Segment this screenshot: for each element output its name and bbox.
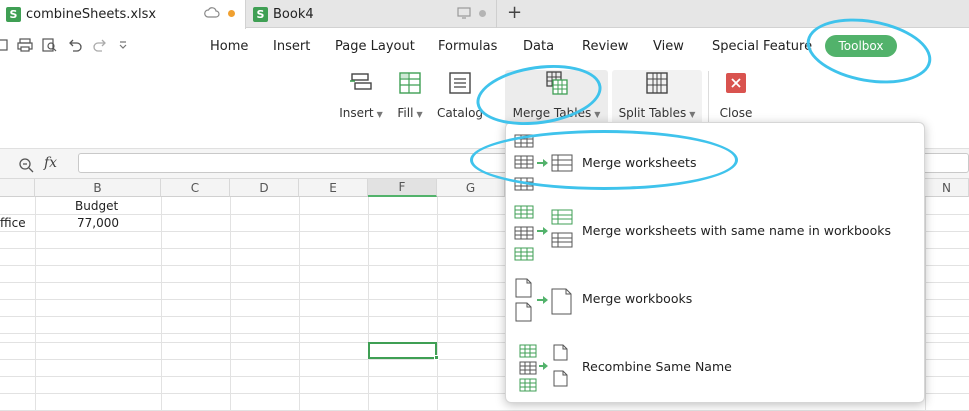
- tab-title: combineSheets.xlsx: [26, 7, 157, 22]
- menu-insert[interactable]: Insert: [273, 39, 310, 54]
- monitor-icon: [457, 7, 471, 19]
- menu-bar: Home Insert Page Layout Formulas Data Re…: [0, 29, 969, 63]
- spreadsheet-logo-icon: S: [6, 7, 21, 22]
- column-header-n[interactable]: N: [925, 179, 969, 197]
- customize-toolbar-icon[interactable]: [117, 38, 129, 52]
- close-icon: [726, 73, 746, 93]
- menu-page-layout[interactable]: Page Layout: [335, 39, 415, 54]
- fill-handle[interactable]: [434, 355, 439, 360]
- fill-button[interactable]: Fill ▼: [392, 70, 428, 126]
- column-header-f[interactable]: F: [368, 179, 437, 197]
- fill-label: Fill: [397, 106, 414, 120]
- print-preview-icon[interactable]: [42, 38, 58, 52]
- fill-icon: [399, 72, 421, 94]
- cell-b2[interactable]: 77,000: [77, 216, 119, 230]
- close-label: Close: [719, 106, 753, 120]
- fx-label[interactable]: fx: [44, 155, 57, 171]
- spreadsheet-logo-icon: S: [253, 6, 268, 22]
- tab-bar: S combineSheets.xlsx S Book4 +: [0, 0, 969, 29]
- insert-button[interactable]: Insert ▼: [336, 70, 386, 126]
- insert-label: Insert: [339, 106, 374, 120]
- ribbon-separator: [708, 71, 709, 123]
- tab-title: Book4: [273, 6, 314, 22]
- merge-tables-button[interactable]: Merge Tables ▼: [505, 70, 608, 126]
- merge-worksheets-icon: [514, 134, 573, 191]
- merge-same-name-sheets-label: Merge worksheets with same name in workb…: [582, 223, 891, 238]
- column-header-e[interactable]: E: [299, 179, 368, 197]
- split-tables-label: Split Tables: [618, 106, 687, 120]
- column-header-b[interactable]: B: [35, 179, 161, 197]
- menu-view[interactable]: View: [653, 39, 684, 54]
- merge-tables-dropdown: Merge worksheets Merge worksheets with s…: [505, 122, 925, 403]
- menu-data[interactable]: Data: [523, 39, 554, 54]
- merge-tables-icon: [545, 71, 568, 95]
- catalog-button[interactable]: Catalog: [432, 70, 488, 126]
- merge-worksheets-item[interactable]: Merge worksheets: [506, 129, 926, 197]
- menu-formulas[interactable]: Formulas: [438, 39, 497, 54]
- column-header-g[interactable]: G: [437, 179, 505, 197]
- column-header-a[interactable]: [0, 179, 35, 197]
- merge-same-name-sheets-item[interactable]: Merge worksheets with same name in workb…: [506, 197, 926, 265]
- recombine-same-name-item[interactable]: Recombine Same Name: [506, 333, 926, 401]
- split-tables-button[interactable]: Split Tables ▼: [612, 70, 702, 126]
- insert-rows-icon: [350, 73, 372, 90]
- cloud-icon: [204, 7, 220, 18]
- quick-access-toolbar: [0, 38, 129, 52]
- catalog-label: Catalog: [436, 106, 484, 120]
- recombine-same-name-icon: [519, 344, 568, 392]
- merge-same-name-sheets-icon: [514, 205, 573, 261]
- catalog-icon: [449, 72, 471, 94]
- cell-b1[interactable]: Budget: [75, 199, 118, 213]
- menu-home[interactable]: Home: [210, 39, 248, 54]
- menu-special-feature[interactable]: Special Feature: [712, 39, 812, 54]
- menu-toolbox[interactable]: Toolbox: [825, 35, 897, 57]
- merge-workbooks-icon: [515, 278, 572, 322]
- print-icon[interactable]: [17, 38, 33, 52]
- redo-icon[interactable]: [92, 38, 108, 52]
- column-header-c[interactable]: C: [161, 179, 230, 197]
- close-toolbox-button[interactable]: Close: [716, 70, 756, 126]
- zoom-search-icon[interactable]: [18, 157, 34, 173]
- merge-tables-label: Merge Tables: [512, 106, 592, 120]
- tab-book4[interactable]: S Book4: [247, 0, 497, 28]
- menu-review[interactable]: Review: [582, 39, 628, 54]
- cell-a2[interactable]: ffice: [0, 216, 26, 230]
- merge-workbooks-label: Merge workbooks: [582, 291, 693, 306]
- status-dot-icon: [479, 9, 486, 17]
- merge-workbooks-item[interactable]: Merge workbooks: [506, 265, 926, 333]
- new-tab-button[interactable]: +: [507, 2, 522, 23]
- export-pdf-icon[interactable]: [0, 38, 8, 52]
- merge-worksheets-label: Merge worksheets: [582, 155, 697, 170]
- split-tables-icon: [646, 72, 668, 94]
- column-header-d[interactable]: D: [230, 179, 299, 197]
- selected-cell[interactable]: [368, 342, 437, 359]
- recombine-same-name-label: Recombine Same Name: [582, 359, 732, 374]
- undo-icon[interactable]: [67, 38, 83, 52]
- unsaved-dot-icon: [228, 9, 235, 17]
- tab-combinesheets[interactable]: S combineSheets.xlsx: [0, 0, 246, 29]
